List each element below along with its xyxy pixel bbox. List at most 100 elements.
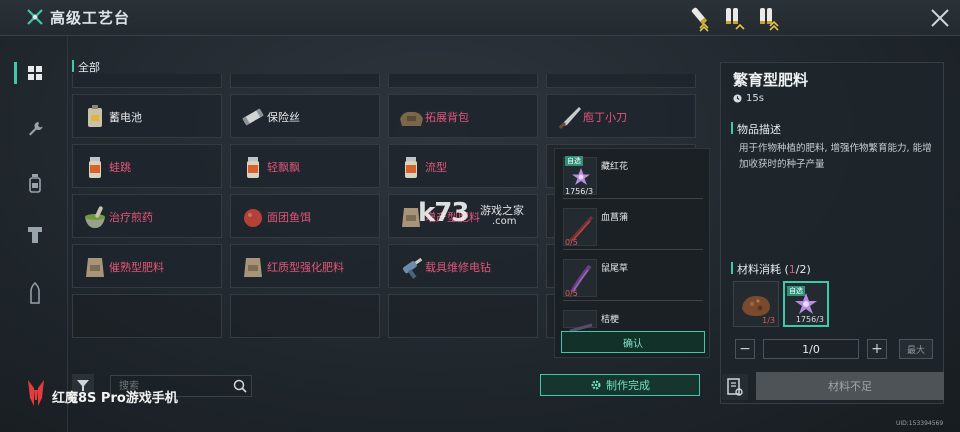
recipe-name: 红质型强化肥料 xyxy=(267,261,344,274)
recipe-cell[interactable]: 治疗煎药 xyxy=(72,194,222,238)
craft-time: 15s xyxy=(733,93,764,104)
quantity-field[interactable]: 1/0 xyxy=(763,339,859,359)
description-label: 物品描述 xyxy=(737,123,781,136)
recipe-cell[interactable] xyxy=(72,74,222,88)
drill-icon xyxy=(402,257,423,279)
recipe-cell[interactable] xyxy=(230,294,380,338)
recipe-name: 流型 xyxy=(425,161,447,174)
decrease-button[interactable]: − xyxy=(735,339,755,359)
pack-cut-icon xyxy=(397,74,425,81)
backpack-icon xyxy=(400,111,423,126)
recipe-cell[interactable]: 面团鱼饵 xyxy=(230,194,380,238)
leather-cut-icon xyxy=(555,74,583,81)
recipe-name: 轻飘飘 xyxy=(267,161,300,174)
craft-complete-button[interactable]: 制作完成 xyxy=(540,374,700,396)
materials-label-text: 材料消耗 ( xyxy=(737,263,789,276)
craft-complete-label: 制作完成 xyxy=(606,379,650,392)
injector-icon xyxy=(89,157,101,178)
injector-icon xyxy=(247,157,259,178)
fertilizer-bag-icon xyxy=(86,258,104,277)
ammo-icon[interactable] xyxy=(686,4,716,32)
wrench-icon xyxy=(29,122,43,136)
material-option-name: 鼠尾草 xyxy=(601,264,629,274)
material-option-count: 1756/3 xyxy=(565,187,594,196)
clock-icon xyxy=(733,94,742,103)
craft-time-value: 15s xyxy=(746,93,764,104)
search-icon[interactable] xyxy=(232,378,248,394)
max-button[interactable]: 最大 xyxy=(899,339,933,359)
recipe-name: 蛙跳 xyxy=(109,161,131,174)
watermark: k73 游戏之家 .com xyxy=(418,198,548,238)
recipe-cell[interactable]: 拓展背包 xyxy=(388,94,538,138)
recipe-name: 催熟型肥料 xyxy=(109,261,164,274)
category-ammo[interactable] xyxy=(22,280,48,306)
category-tools[interactable] xyxy=(22,116,48,142)
confirm-button[interactable]: 确认 xyxy=(561,331,705,353)
gear-icon xyxy=(591,380,601,390)
material-select-popup: 自选 藏红花 1756/3 血菖蒲 0/5 鼠尾草 0/5 桔梗 确认 xyxy=(554,148,710,358)
material-option-name: 血菖蒲 xyxy=(601,213,629,223)
recipe-cell[interactable]: 流型 xyxy=(388,144,538,188)
crafting-screen: 高级工艺台 全部 蓄电池 保险丝 拓展背包 庖丁小刀 蛙跳 轻飘飘 流型 治疗煎… xyxy=(0,0,960,432)
recipe-name: 拓展背包 xyxy=(425,111,469,124)
materials-total: /2) xyxy=(795,263,811,276)
brand-text: 红魔8S Pro游戏手机 xyxy=(52,391,178,406)
recipe-name: 载具维修电钻 xyxy=(425,261,491,274)
top-bar: 高级工艺台 xyxy=(0,0,960,36)
material-option-count: 0/5 xyxy=(565,238,578,247)
recipe-cell[interactable]: 庖丁小刀 xyxy=(546,94,696,138)
bottle-icon xyxy=(29,174,41,193)
category-parts[interactable] xyxy=(22,222,48,248)
recipe-name: 治疗煎药 xyxy=(109,211,153,224)
bullet-icon xyxy=(30,282,40,304)
tool-cut-icon xyxy=(239,74,267,81)
recipe-cell[interactable] xyxy=(230,74,380,88)
ammo-icon[interactable] xyxy=(720,4,750,32)
category-all[interactable] xyxy=(14,60,48,86)
recipe-cell[interactable]: 轻飘飘 xyxy=(230,144,380,188)
fuse-icon xyxy=(242,108,264,126)
mortar-icon xyxy=(85,206,105,228)
optional-tag: 自选 xyxy=(787,286,805,296)
section-accent xyxy=(731,122,733,134)
material-option-thumb xyxy=(563,310,597,333)
page-title: 高级工艺台 xyxy=(50,9,131,27)
recipe-name: 蓄电池 xyxy=(109,111,142,124)
category-consumables[interactable] xyxy=(22,170,48,196)
recipe-name: 保险丝 xyxy=(267,111,300,124)
recipe-cell[interactable] xyxy=(546,74,696,88)
material-slot[interactable]: 1/3 xyxy=(733,281,779,327)
recipe-cell[interactable]: 催熟型肥料 xyxy=(72,244,222,288)
material-option[interactable]: 鼠尾草 0/5 xyxy=(563,255,703,301)
fertilizer-bag-icon xyxy=(244,258,262,277)
increase-button[interactable]: + xyxy=(867,339,887,359)
item-description: 用于作物种植的肥料, 增强作物繁育能力, 能增加收获时的种子产量 xyxy=(739,143,932,170)
battery-icon xyxy=(88,105,102,127)
material-option[interactable]: 血菖蒲 0/5 xyxy=(563,204,703,250)
recipe-cell[interactable]: 载具维修电钻 xyxy=(388,244,538,288)
close-icon[interactable] xyxy=(928,6,952,30)
recipe-cell[interactable]: 蛙跳 xyxy=(72,144,222,188)
recipe-cell[interactable]: 保险丝 xyxy=(230,94,380,138)
workbench-logo-icon xyxy=(27,9,43,25)
recipe-cell[interactable]: 红质型强化肥料 xyxy=(230,244,380,288)
recipe-name: 庖丁小刀 xyxy=(583,111,627,124)
material-option-count: 0/5 xyxy=(565,289,578,298)
insufficient-materials-button[interactable]: 材料不足 xyxy=(756,372,944,400)
recipe-cell[interactable] xyxy=(72,294,222,338)
material-option[interactable]: 桔梗 xyxy=(563,306,703,333)
item-detail-panel: 繁育型肥料 15s 物品描述 用于作物种植的肥料, 增强作物繁育能力, 能增加收… xyxy=(720,62,944,404)
recipe-cell[interactable] xyxy=(388,294,538,338)
red-magic-logo-icon xyxy=(28,380,44,406)
item-title: 繁育型肥料 xyxy=(733,71,809,89)
grid-icon xyxy=(28,66,42,80)
recipe-cell[interactable] xyxy=(388,74,538,88)
recipe-cell[interactable]: 蓄电池 xyxy=(72,94,222,138)
bait-icon xyxy=(244,209,262,227)
material-option[interactable]: 自选 藏红花 1756/3 xyxy=(563,153,703,199)
material-option-name: 桔梗 xyxy=(601,315,620,325)
material-slot-selected[interactable]: 自选 1756/3 xyxy=(783,281,829,327)
ammo-icon[interactable] xyxy=(754,4,784,32)
recipe-book-icon[interactable] xyxy=(722,374,748,400)
injector-icon xyxy=(405,157,417,178)
